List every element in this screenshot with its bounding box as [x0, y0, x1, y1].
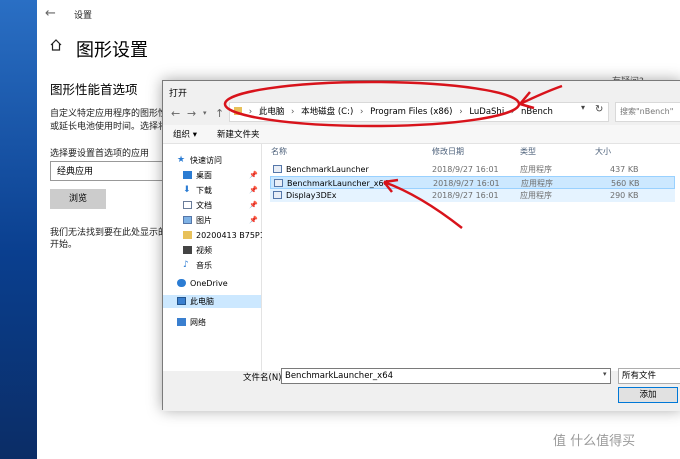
watermark: 值 什么值得买: [553, 434, 636, 449]
annotation-overlay: [223, 80, 563, 229]
annotation-ellipse: [223, 80, 521, 128]
annotation-arrow-stroke: [383, 180, 463, 229]
